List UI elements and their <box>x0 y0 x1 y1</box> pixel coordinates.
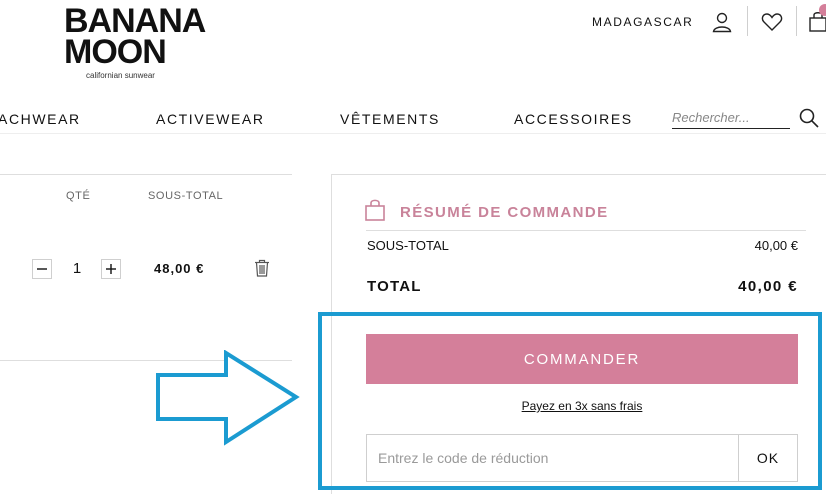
column-header-qty: QTÉ <box>66 190 91 202</box>
subtotal-value: 40,00 € <box>754 238 798 253</box>
trash-icon[interactable] <box>254 259 272 279</box>
header-divider <box>747 6 748 36</box>
brand-tagline: californian sunwear <box>86 71 155 80</box>
installment-link[interactable]: Payez en 3x sans frais <box>366 399 798 413</box>
qty-increase-button[interactable] <box>101 259 121 279</box>
promo-code-input[interactable] <box>367 435 737 481</box>
summary-divider <box>366 230 806 231</box>
brand-logo[interactable]: BANANA MOON californian sunwear <box>64 4 206 80</box>
user-icon[interactable] <box>710 10 734 34</box>
total-value: 40,00 € <box>738 278 798 295</box>
total-label: TOTAL <box>367 278 422 295</box>
plus-icon <box>106 264 116 274</box>
subtotal-label: SOUS-TOTAL <box>367 238 449 253</box>
cart-divider <box>0 174 292 175</box>
minus-icon <box>37 268 47 270</box>
promo-code-form: OK <box>366 434 798 482</box>
cart-divider <box>0 360 292 361</box>
checkout-button[interactable]: COMMANDER <box>366 334 798 384</box>
nav-item-vetements[interactable]: VÊTEMENTS <box>340 111 440 127</box>
country-selector[interactable]: MADAGASCAR <box>592 15 693 29</box>
search-bar <box>672 106 822 130</box>
row-subtotal: 48,00 € <box>154 261 205 276</box>
header-divider <box>796 6 797 36</box>
nav-item-beachwear[interactable]: ACHWEAR <box>0 111 81 127</box>
search-icon[interactable] <box>798 107 820 129</box>
nav-divider <box>0 133 826 134</box>
search-input[interactable] <box>672 106 790 129</box>
summary-title: RÉSUMÉ DE COMMANDE <box>400 204 609 221</box>
column-header-subtotal: SOUS-TOTAL <box>148 190 224 202</box>
qty-decrease-button[interactable] <box>32 259 52 279</box>
cart-badge <box>819 4 826 16</box>
qty-value: 1 <box>72 260 82 277</box>
heart-icon[interactable] <box>760 10 784 34</box>
arrow-right-icon <box>154 349 300 446</box>
nav-item-activewear[interactable]: ACTIVEWEAR <box>156 111 265 127</box>
brand-name-line2: MOON <box>64 33 167 71</box>
shopping-bag-icon <box>364 198 386 222</box>
promo-apply-button[interactable]: OK <box>738 435 797 481</box>
nav-item-accessoires[interactable]: ACCESSOIRES <box>514 111 633 127</box>
